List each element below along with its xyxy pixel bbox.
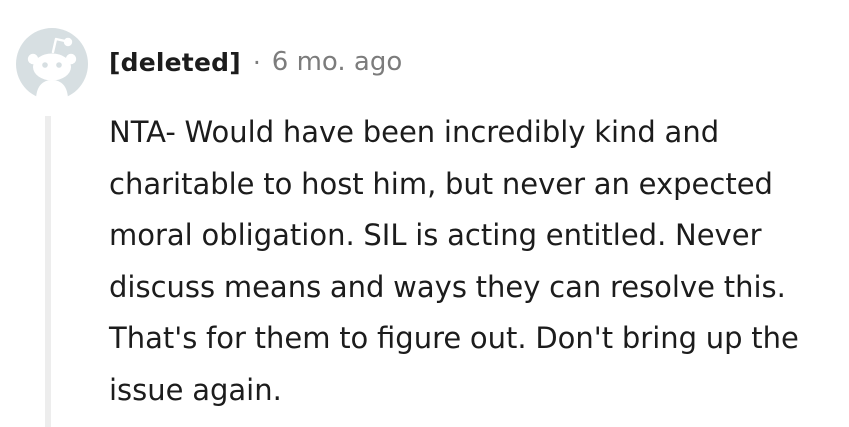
author-name[interactable]: [deleted] [109,48,241,77]
thread-line[interactable] [45,116,51,427]
avatar[interactable] [16,28,88,100]
comment: [deleted] · 6 mo. ago NTA- Would have be… [0,0,849,427]
separator-dot: · [252,47,261,77]
comment-meta: [deleted] · 6 mo. ago [109,44,402,80]
comment-timestamp[interactable]: 6 mo. ago [272,47,402,77]
comment-body: NTA- Would have been incredibly kind and… [109,115,799,407]
snoo-avatar-icon [16,28,88,100]
